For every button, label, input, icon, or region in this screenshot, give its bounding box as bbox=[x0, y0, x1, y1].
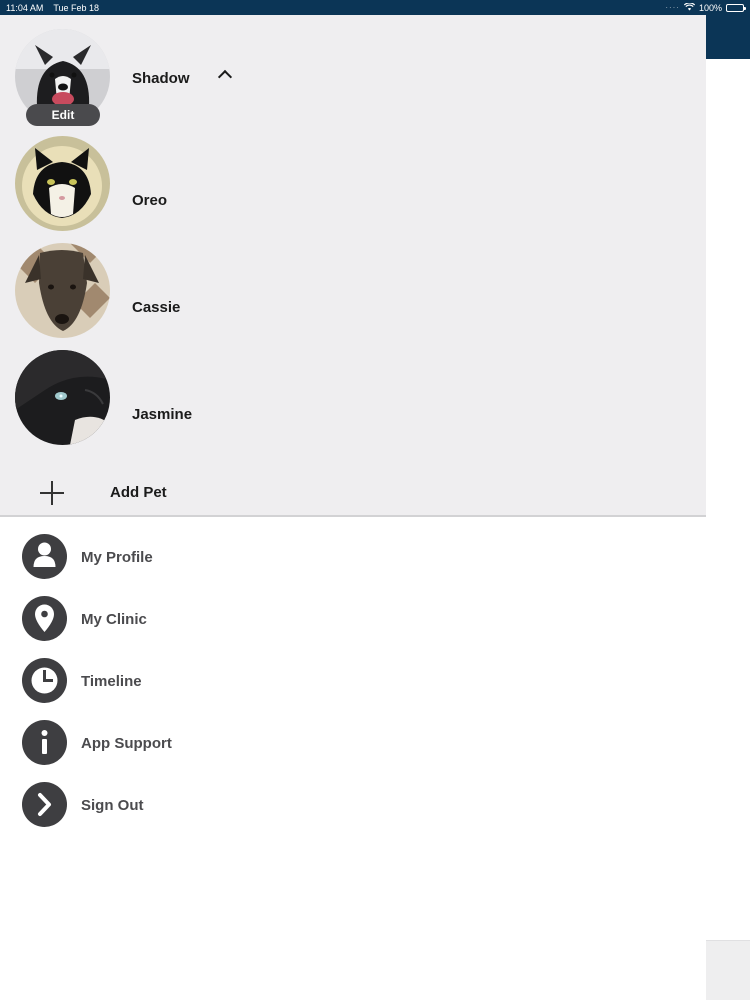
pet-name-jasmine: Jasmine bbox=[132, 406, 193, 423]
menu-label-my-profile: My Profile bbox=[81, 549, 153, 566]
plus-icon bbox=[40, 481, 64, 505]
cellular-dots-icon: ···· bbox=[665, 3, 680, 12]
status-bar: 11:04 AM Tue Feb 18 ···· 100% bbox=[0, 0, 750, 15]
pet-list: Edit Shadow Oreo Cassie Jasmine Add Pet bbox=[0, 15, 706, 517]
menu-item-my-profile[interactable]: My Profile bbox=[0, 519, 706, 581]
battery-percent: 100% bbox=[698, 2, 722, 13]
menu-item-timeline[interactable]: Timeline bbox=[0, 643, 706, 705]
pet-row-shadow[interactable]: Edit Shadow bbox=[0, 15, 706, 126]
pet-name-shadow: Shadow bbox=[132, 70, 190, 87]
status-time: 11:04 AM bbox=[6, 2, 44, 13]
pet-name-oreo: Oreo bbox=[132, 192, 168, 209]
menu-label-sign-out: Sign Out bbox=[81, 797, 144, 814]
wifi-icon bbox=[683, 1, 696, 13]
screen: 11:04 AM Tue Feb 18 ···· 100% Edit Shado… bbox=[0, 0, 750, 1000]
menu-item-app-support[interactable]: App Support bbox=[0, 705, 706, 767]
info-icon bbox=[22, 720, 67, 765]
side-drawer: Edit Shadow Oreo Cassie Jasmine Add Pet … bbox=[0, 15, 706, 1000]
pet-row-jasmine[interactable]: Jasmine bbox=[0, 336, 706, 445]
pet-row-cassie[interactable]: Cassie bbox=[0, 229, 706, 338]
menu-item-my-clinic[interactable]: My Clinic bbox=[0, 581, 706, 643]
chevron-right-icon bbox=[22, 782, 67, 827]
pet-avatar-oreo bbox=[15, 136, 110, 231]
pet-name-cassie: Cassie bbox=[132, 299, 181, 316]
add-pet-label: Add Pet bbox=[110, 484, 167, 501]
menu-label-app-support: App Support bbox=[81, 735, 172, 752]
menu-label-timeline: Timeline bbox=[81, 673, 142, 690]
clock-icon bbox=[22, 658, 67, 703]
menu-label-my-clinic: My Clinic bbox=[81, 611, 147, 628]
chevron-up-icon[interactable] bbox=[217, 69, 233, 85]
background-app-header bbox=[706, 15, 750, 59]
pet-row-oreo[interactable]: Oreo bbox=[0, 122, 706, 231]
pet-avatar-cassie bbox=[15, 243, 110, 338]
background-app-footer bbox=[706, 940, 750, 1000]
menu-item-sign-out[interactable]: Sign Out bbox=[0, 767, 706, 829]
add-pet-button[interactable]: Add Pet bbox=[0, 465, 706, 505]
pet-avatar-jasmine bbox=[15, 350, 110, 445]
drawer-menu: My Profile My Clinic Timeline App Suppor… bbox=[0, 519, 706, 829]
battery-icon bbox=[726, 3, 746, 12]
status-date: Tue Feb 18 bbox=[53, 2, 100, 13]
location-pin-icon bbox=[22, 596, 67, 641]
background-app-panel[interactable] bbox=[706, 15, 750, 1000]
person-icon bbox=[22, 534, 67, 579]
